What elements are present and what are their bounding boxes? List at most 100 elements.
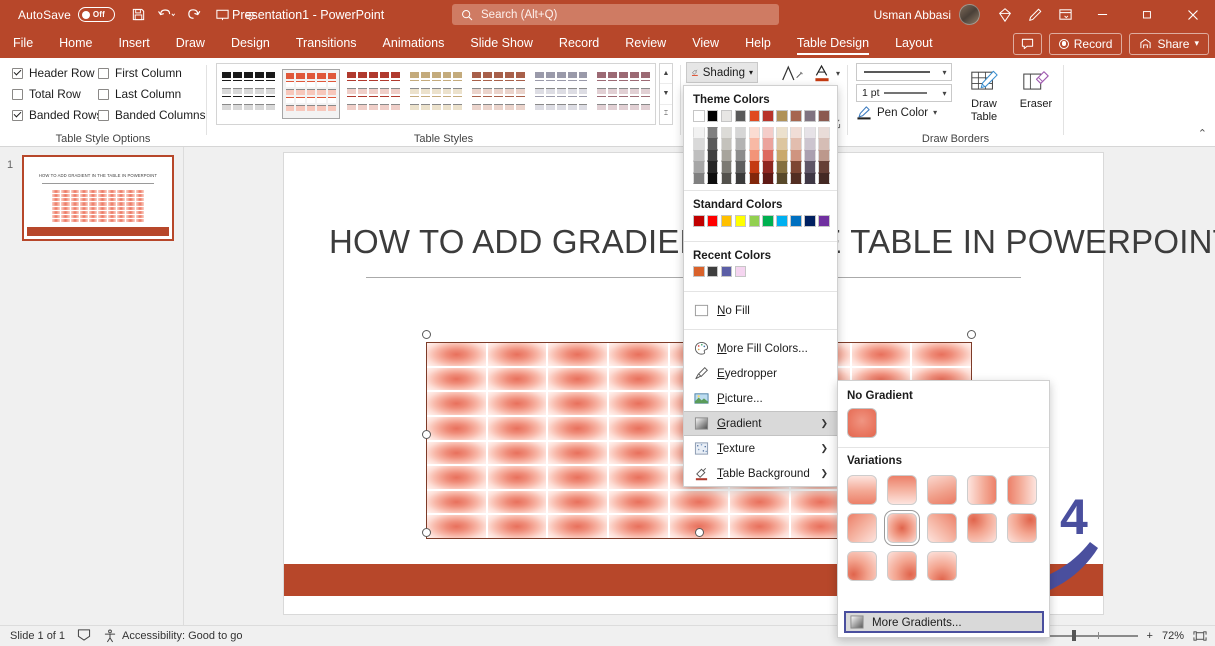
table-cell[interactable] <box>609 490 668 514</box>
table-cell[interactable] <box>609 441 668 465</box>
theme-shade-swatch[interactable] <box>720 126 733 138</box>
table-style-tan[interactable] <box>407 69 466 119</box>
ribbon-tab-slide-show[interactable]: Slide Show <box>457 29 546 58</box>
chevron-down-icon[interactable]: ▾ <box>938 68 951 77</box>
avatar[interactable] <box>959 4 980 25</box>
ribbon-tab-layout[interactable]: Layout <box>882 29 946 58</box>
table-cell[interactable] <box>427 515 486 538</box>
theme-shade-swatch[interactable] <box>790 161 802 173</box>
ribbon-tab-animations[interactable]: Animations <box>370 29 458 58</box>
theme-shade-swatch[interactable] <box>748 149 761 161</box>
table-cell[interactable] <box>427 466 486 489</box>
theme-shade-swatch[interactable] <box>706 126 719 138</box>
theme-shade-swatch[interactable] <box>748 126 761 138</box>
user-name[interactable]: Usman Abbasi <box>874 8 951 22</box>
theme-shade-swatch[interactable] <box>776 126 788 138</box>
theme-shade-swatch[interactable] <box>734 138 747 150</box>
standard-color-swatch[interactable] <box>790 215 802 227</box>
table-cell[interactable] <box>487 466 547 489</box>
selection-handle-bl[interactable] <box>422 528 431 537</box>
table-style-darkred[interactable] <box>344 69 403 119</box>
theme-shade-swatch[interactable] <box>762 149 774 161</box>
minimize-button[interactable] <box>1080 0 1125 29</box>
close-button[interactable] <box>1170 0 1215 29</box>
border-weight-combo[interactable]: 1 pt ▾ <box>856 84 952 102</box>
table-cell[interactable] <box>851 343 911 366</box>
selection-handle-ml[interactable] <box>422 430 431 439</box>
table-cell[interactable] <box>487 490 547 514</box>
table-cell[interactable] <box>609 416 668 440</box>
table-cell[interactable] <box>548 416 608 440</box>
diamond-icon[interactable] <box>990 0 1020 29</box>
theme-shade-swatch[interactable] <box>693 126 705 138</box>
eraser-button[interactable]: Eraser <box>1013 66 1059 111</box>
gradient-variation-linear-left[interactable] <box>1007 475 1037 505</box>
ribbon-tab-file[interactable]: File <box>0 29 46 58</box>
theme-shade-swatch[interactable] <box>818 149 830 161</box>
theme-color-swatch[interactable] <box>734 110 747 122</box>
shading-menu-item-gradient[interactable]: Gradient ❯ <box>684 411 837 436</box>
theme-shade-swatch[interactable] <box>706 149 719 161</box>
table-cell[interactable] <box>548 515 608 538</box>
table-cell[interactable] <box>912 343 972 366</box>
ribbon-display-icon[interactable] <box>1050 0 1080 29</box>
checkbox-box[interactable] <box>12 109 23 121</box>
selection-handle-tr[interactable] <box>967 330 976 339</box>
theme-shade-swatch[interactable] <box>804 138 816 150</box>
notes-icon[interactable] <box>77 628 91 644</box>
theme-shade-swatch[interactable] <box>804 149 816 161</box>
table-cell[interactable] <box>548 441 608 465</box>
chevron-down-icon[interactable]: ▾ <box>938 89 951 98</box>
checkbox-box[interactable] <box>98 109 109 121</box>
standard-color-swatch[interactable] <box>776 215 788 227</box>
ribbon-tab-draw[interactable]: Draw <box>163 29 218 58</box>
standard-color-swatch[interactable] <box>720 215 733 227</box>
slide-indicator[interactable]: Slide 1 of 1 <box>10 630 65 642</box>
theme-shade-swatch[interactable] <box>776 172 788 184</box>
theme-shade-swatch[interactable] <box>693 149 705 161</box>
ribbon-tab-table-design[interactable]: Table Design <box>784 29 882 58</box>
table-cell[interactable] <box>427 343 486 366</box>
share-button[interactable]: Share ▾ <box>1129 32 1209 55</box>
table-cell[interactable] <box>609 392 668 415</box>
pen-icon[interactable] <box>1020 0 1050 29</box>
zoom-in-button[interactable]: + <box>1147 630 1153 642</box>
gradient-variation-linear-diagonal-1[interactable] <box>927 475 957 505</box>
theme-color-swatch[interactable] <box>804 110 816 122</box>
recent-color-swatch[interactable] <box>706 265 719 277</box>
theme-shade-swatch[interactable] <box>804 161 816 173</box>
theme-color-swatch[interactable] <box>748 110 761 122</box>
ribbon-tab-review[interactable]: Review <box>612 29 679 58</box>
table-style-orange[interactable] <box>281 69 341 119</box>
collapse-ribbon-button[interactable]: ⌃ <box>1198 127 1207 140</box>
table-cell[interactable] <box>487 515 547 538</box>
autosave-toggle[interactable]: Off <box>77 7 115 22</box>
standard-color-swatch[interactable] <box>818 215 830 227</box>
theme-shade-swatch[interactable] <box>776 149 788 161</box>
gradient-variation-radial-corner-1[interactable] <box>967 513 997 543</box>
theme-shade-swatch[interactable] <box>804 126 816 138</box>
shading-menu-item-table-background[interactable]: Table Background ❯ <box>684 461 837 486</box>
accessibility-status[interactable]: Accessibility: Good to go <box>103 629 243 643</box>
table-style-brown[interactable] <box>469 69 528 119</box>
theme-shade-swatch[interactable] <box>748 138 761 150</box>
theme-shade-swatch[interactable] <box>693 172 705 184</box>
table-cell[interactable] <box>609 367 668 391</box>
gradient-variation-radial-corner-3[interactable] <box>847 551 877 581</box>
standard-color-swatch[interactable] <box>762 215 774 227</box>
theme-shade-swatch[interactable] <box>790 126 802 138</box>
table-cell[interactable] <box>548 392 608 415</box>
theme-shade-swatch[interactable] <box>734 172 747 184</box>
theme-shade-swatch[interactable] <box>804 172 816 184</box>
recent-color-swatch[interactable] <box>720 265 733 277</box>
table-cell[interactable] <box>609 466 668 489</box>
theme-shade-swatch[interactable] <box>776 138 788 150</box>
table-styles-gallery[interactable] <box>216 63 656 125</box>
theme-shade-swatch[interactable] <box>720 161 733 173</box>
theme-shade-swatch[interactable] <box>762 172 774 184</box>
gradient-variation-radial-corner-5[interactable] <box>927 551 957 581</box>
theme-shade-swatch[interactable] <box>734 161 747 173</box>
theme-shade-swatch[interactable] <box>762 161 774 173</box>
no-gradient-swatch[interactable] <box>847 408 877 438</box>
shading-button[interactable]: Shading ▾ <box>686 62 758 83</box>
